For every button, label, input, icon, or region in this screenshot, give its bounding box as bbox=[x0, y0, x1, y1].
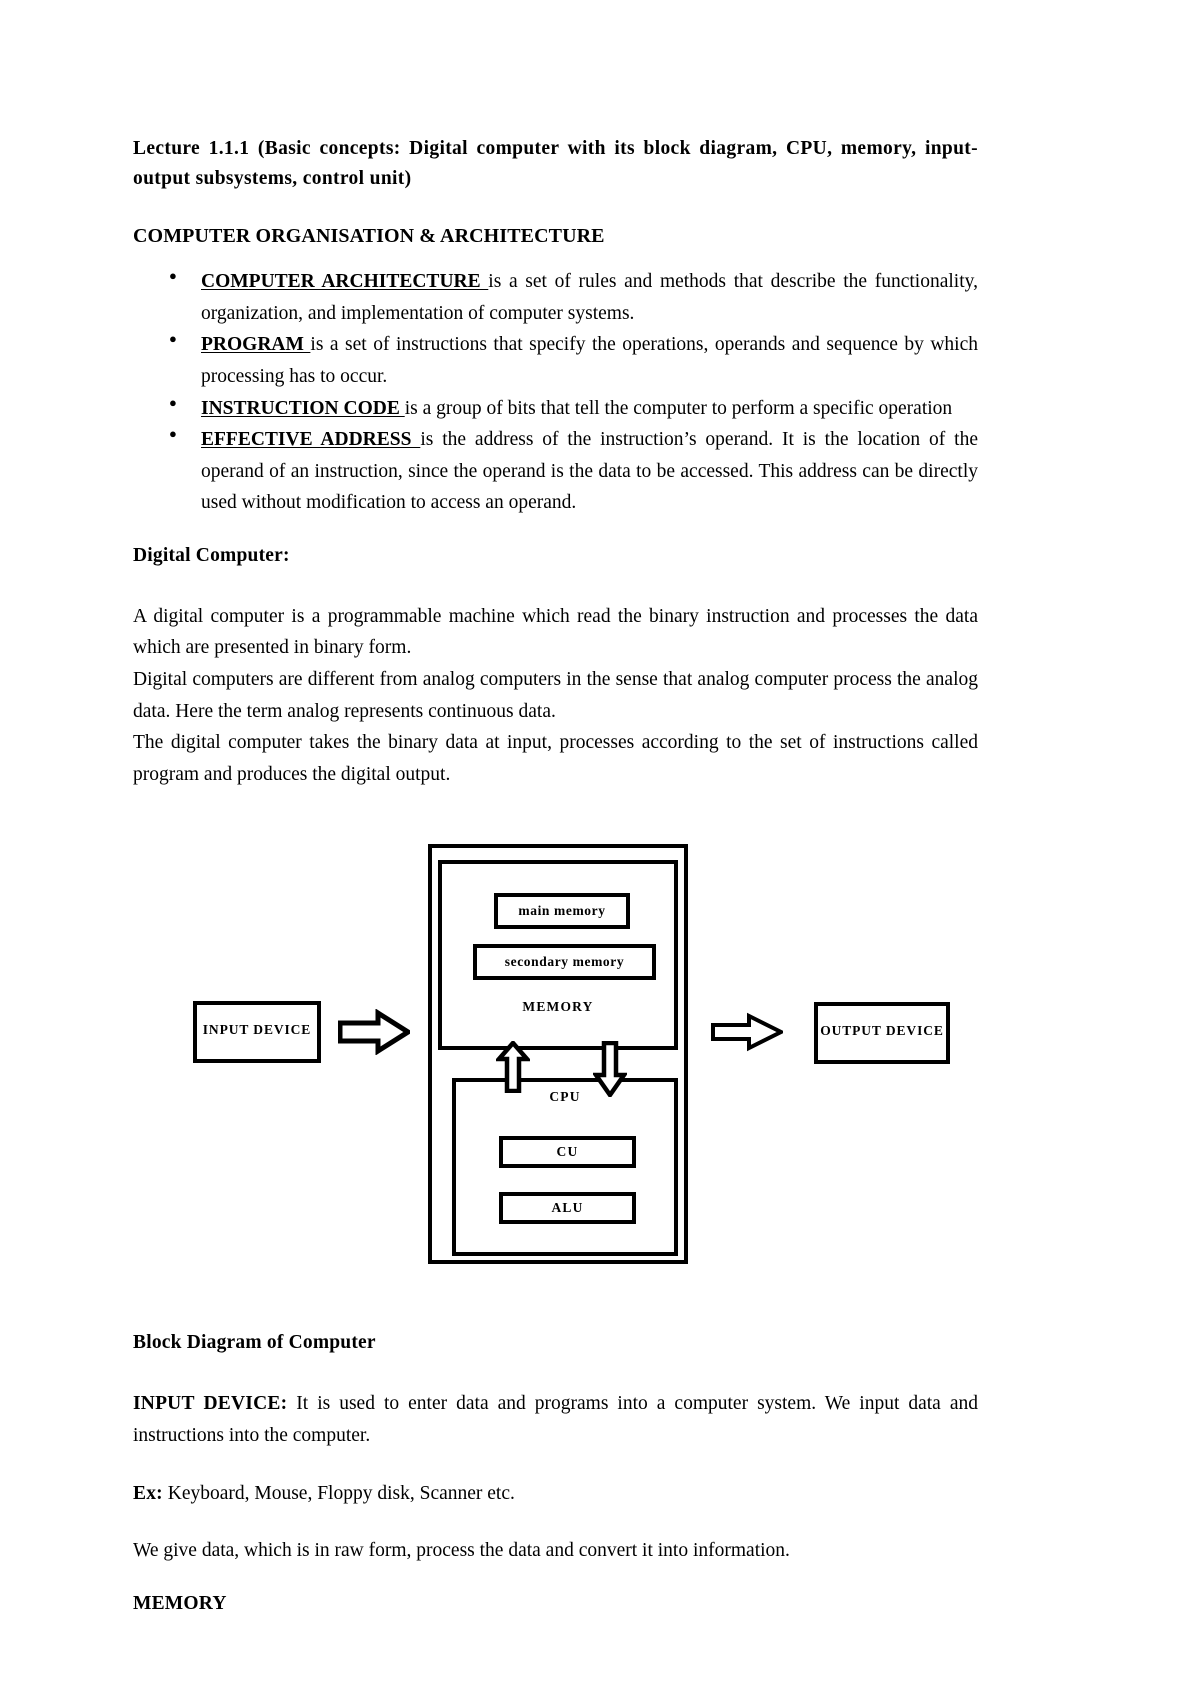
paragraph-binary-processing: The digital computer takes the binary da… bbox=[133, 732, 978, 785]
figure-caption: Block Diagram of Computer bbox=[133, 1332, 376, 1354]
term-program: PROGRAM bbox=[201, 334, 311, 356]
main-memory-label: main memory bbox=[518, 903, 606, 919]
definition-text: is a set of instructions that specify th… bbox=[201, 334, 979, 387]
paragraph-digital-computer-definition: A digital computer is a programmable mac… bbox=[133, 605, 978, 659]
control-unit-label: CU bbox=[556, 1144, 579, 1160]
memory-label: MEMORY bbox=[522, 999, 594, 1015]
term-effective-address: EFFECTIVE ADDRESS bbox=[201, 429, 421, 451]
secondary-memory-label: secondary memory bbox=[504, 954, 625, 970]
output-device-label: OUTPUT DEVICE bbox=[820, 1023, 944, 1039]
section-heading-coa: COMPUTER ORGANISATION & ARCHITECTURE bbox=[133, 225, 605, 248]
paragraph-analog-comparison: Digital computers are different from ana… bbox=[133, 669, 978, 722]
block-diagram: main memory secondary memory MEMORY CPU … bbox=[133, 836, 978, 1306]
definitions-list: COMPUTER ARCHITECTURE is a set of rules … bbox=[133, 248, 978, 519]
document-page: Lecture 1.1.1 (Basic concepts: Digital c… bbox=[0, 0, 1200, 1695]
alu-label: ALU bbox=[551, 1200, 584, 1216]
ex-label: Ex: bbox=[133, 1482, 163, 1504]
arrow-right-input-icon bbox=[338, 1009, 410, 1056]
paragraph-examples: Ex: Keyboard, Mouse, Floppy disk, Scanne… bbox=[133, 1478, 978, 1510]
arrow-up-cpu-to-memory-icon bbox=[496, 1041, 530, 1094]
input-device-heading: INPUT DEVICE: bbox=[133, 1393, 288, 1415]
page-title-line-1: Lecture 1.1.1 (Basic concepts: Digital c… bbox=[133, 138, 917, 159]
page-title: Lecture 1.1.1 (Basic concepts: Digital c… bbox=[133, 0, 978, 193]
list-item: COMPUTER ARCHITECTURE is a set of rules … bbox=[133, 265, 978, 329]
arrow-right-output-icon bbox=[711, 1013, 783, 1052]
paragraph-raw-form: We give data, which is in raw form, proc… bbox=[133, 1540, 790, 1562]
subheading-memory: MEMORY bbox=[133, 1592, 227, 1614]
list-item: EFFECTIVE ADDRESS is the address of the … bbox=[133, 423, 978, 519]
ex-body: Keyboard, Mouse, Floppy disk, Scanner et… bbox=[162, 1482, 515, 1504]
paragraph-input-device: INPUT DEVICE: It is used to enter data a… bbox=[133, 1388, 978, 1451]
block-diagram-figure: main memory secondary memory MEMORY CPU … bbox=[133, 836, 978, 1306]
term-computer-architecture: COMPUTER ARCHITECTURE bbox=[201, 271, 489, 293]
subheading-digital-computer: Digital Computer: bbox=[133, 544, 290, 566]
cpu-label: CPU bbox=[549, 1089, 581, 1105]
definition-text: is a group of bits that tell the compute… bbox=[404, 397, 953, 419]
input-device-label: INPUT DEVICE bbox=[202, 1022, 312, 1038]
arrow-down-memory-to-cpu-icon bbox=[593, 1041, 627, 1098]
document-content: Lecture 1.1.1 (Basic concepts: Digital c… bbox=[133, 0, 978, 1615]
term-instruction-code: INSTRUCTION CODE bbox=[201, 397, 405, 419]
list-item: INSTRUCTION CODE is a group of bits that… bbox=[133, 392, 978, 425]
list-item: PROGRAM is a set of instructions that sp… bbox=[133, 328, 979, 392]
